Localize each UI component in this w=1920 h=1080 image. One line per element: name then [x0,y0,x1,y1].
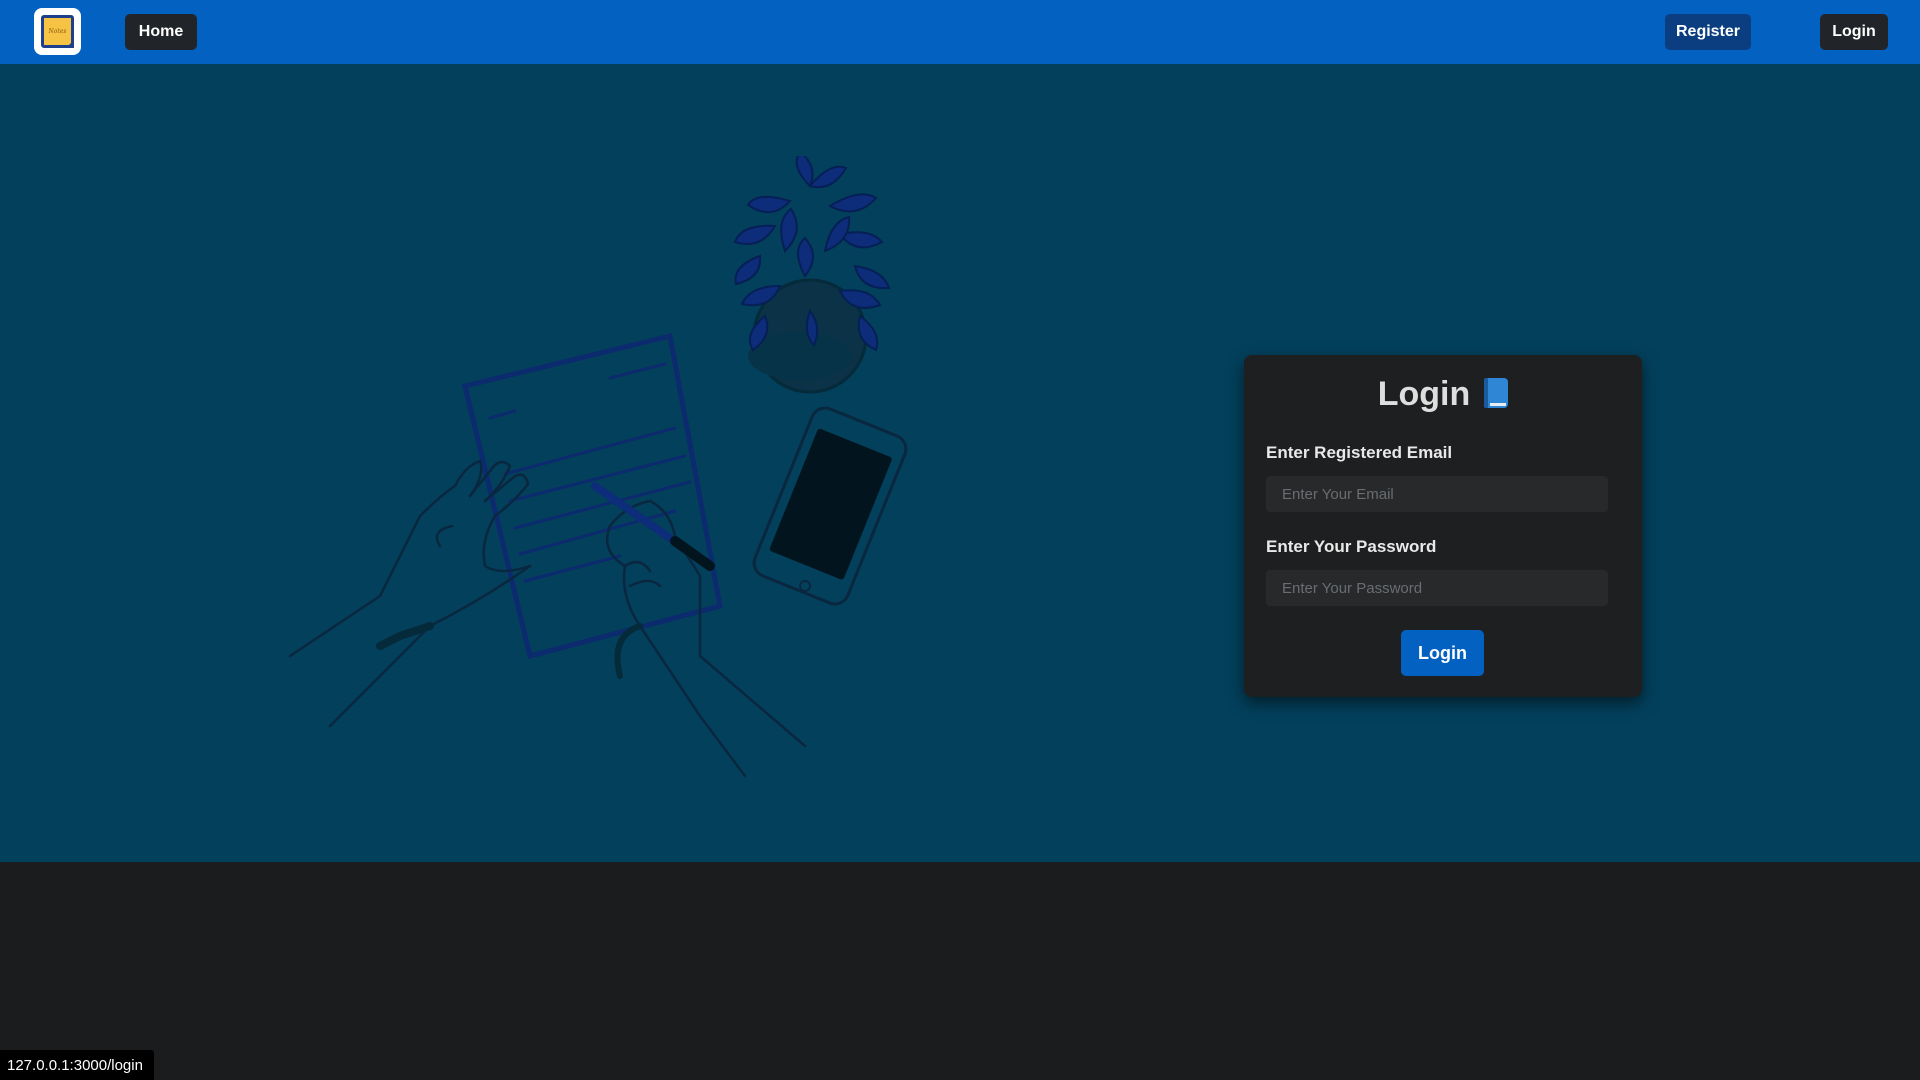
status-bar-url: 127.0.0.1:3000/login [0,1050,154,1080]
login-title-text: Login [1377,375,1471,413]
writing-desk-illustration [288,156,908,778]
paper-icon [461,332,723,660]
login-title: Login [1244,375,1642,414]
nav-login-button[interactable]: Login [1820,14,1888,50]
password-label: Enter Your Password [1266,537,1437,556]
top-navbar: Notes Home Register Login [0,0,1920,64]
email-input[interactable] [1266,476,1608,512]
plant-icon [733,156,891,394]
sticky-note-icon: Notes [41,15,74,48]
home-button[interactable]: Home [125,14,197,50]
logo-text: Notes [48,28,67,35]
password-input[interactable] [1266,570,1608,606]
hero-section: Login Enter Registered Email Enter Your … [0,64,1920,862]
blue-book-icon [1484,378,1509,408]
app-logo[interactable]: Notes [34,8,81,55]
email-label: Enter Registered Email [1266,443,1453,462]
login-submit-button[interactable]: Login [1401,630,1484,676]
login-card: Login Enter Registered Email Enter Your … [1244,355,1642,697]
phone-icon [752,406,908,606]
register-button[interactable]: Register [1665,14,1751,50]
